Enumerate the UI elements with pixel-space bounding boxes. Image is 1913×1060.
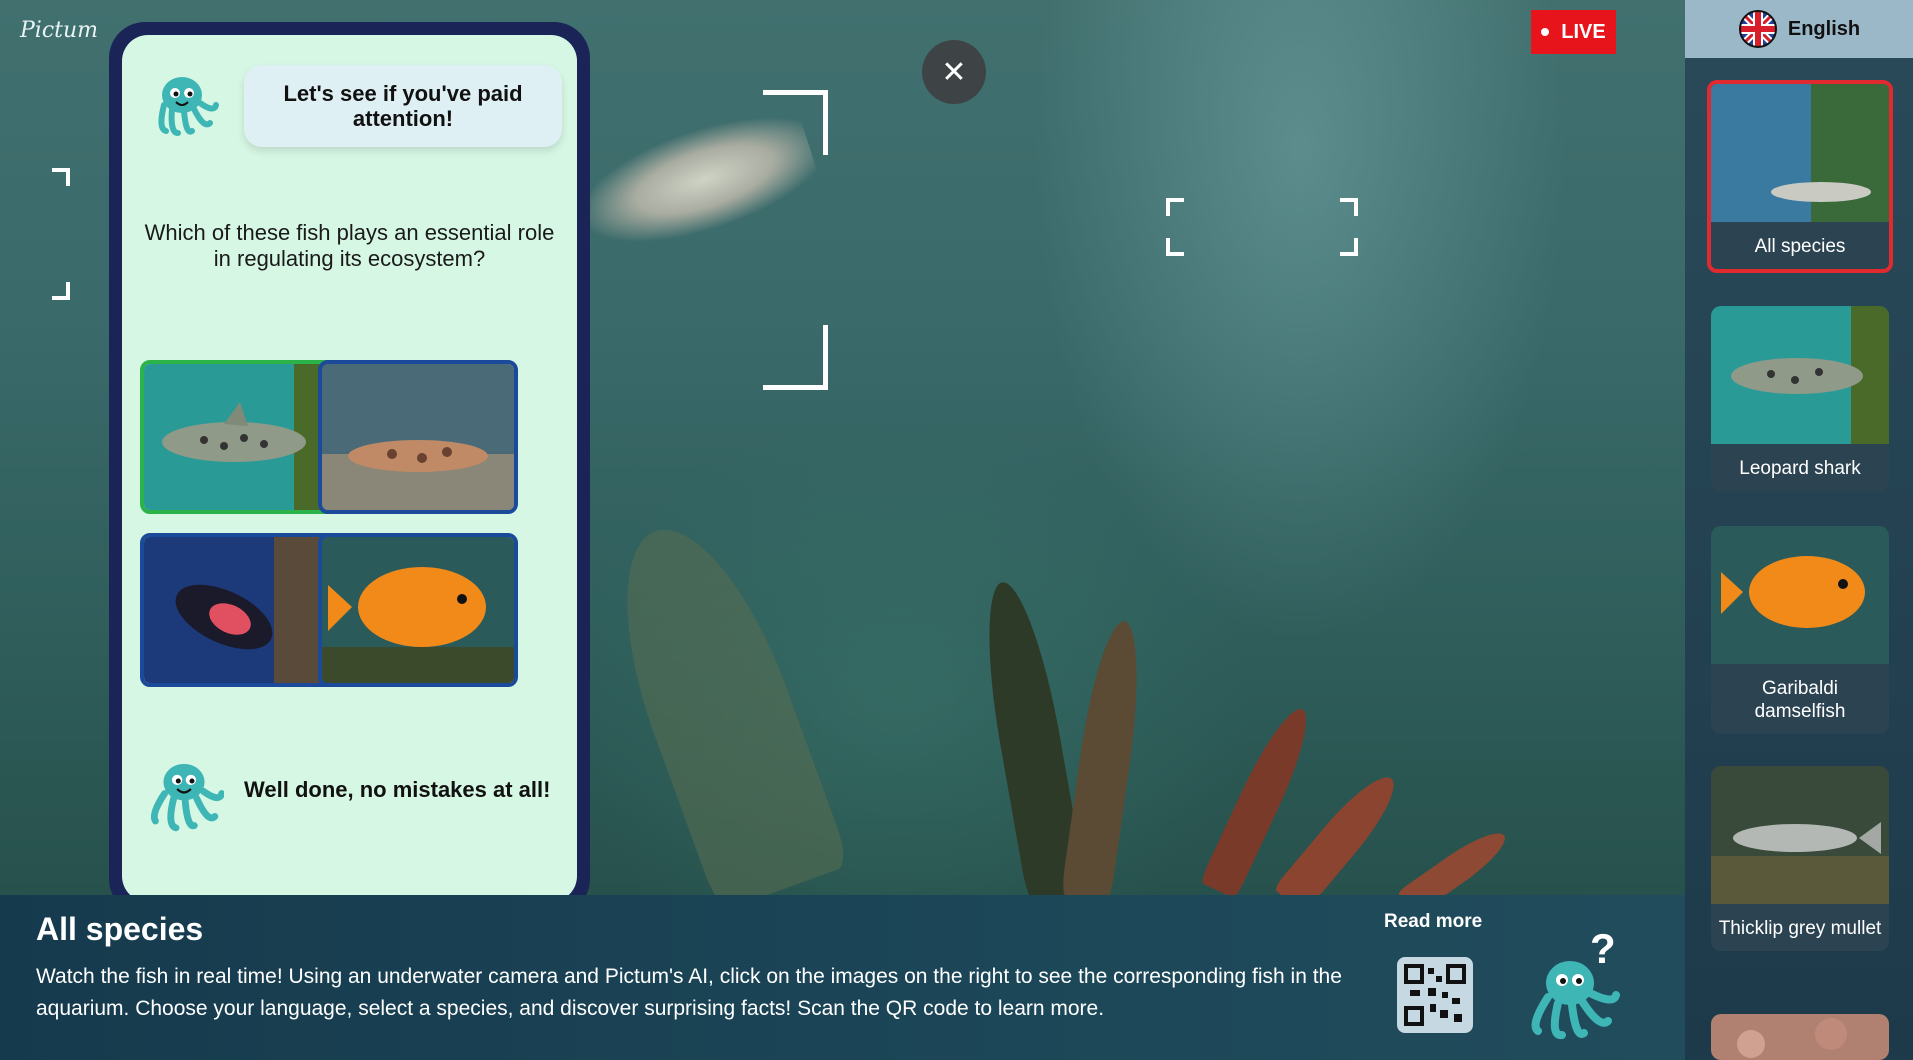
species-description: Watch the fish in real time! Using an un…: [36, 965, 1342, 1020]
seaweed: [589, 507, 851, 895]
seaweed: [1060, 617, 1150, 895]
sidebar-item-partial[interactable]: [1711, 1014, 1889, 1060]
read-more-link[interactable]: Read more: [1384, 911, 1482, 933]
detection-bracket: [52, 168, 70, 186]
detection-bracket: [1166, 198, 1184, 216]
quiz-option-horn-shark[interactable]: [318, 360, 518, 514]
qr-code-icon: [1397, 957, 1473, 1033]
quiz-panel: Let's see if you've paid attention! Whic…: [109, 22, 590, 915]
brand-logo: Pictum: [20, 18, 99, 43]
live-badge: LIVE: [1531, 10, 1616, 54]
close-button[interactable]: ✕: [922, 40, 986, 104]
octopus-mascot-icon: [150, 763, 224, 832]
detection-bracket: [1340, 198, 1358, 216]
close-icon: ✕: [941, 54, 967, 90]
sidebar-item-all-species[interactable]: All species: [1707, 80, 1893, 273]
live-label: LIVE: [1561, 20, 1606, 43]
sidebar-item-garibaldi[interactable]: Garibaldi damselfish: [1711, 526, 1889, 734]
quiz-content: Let's see if you've paid attention! Whic…: [122, 35, 577, 902]
quiz-feedback: Well done, no mistakes at all!: [244, 777, 551, 802]
svg-text:?: ?: [1590, 925, 1616, 972]
uk-flag-icon: [1738, 10, 1777, 48]
detection-bracket: [52, 282, 70, 300]
detection-bracket: [1166, 238, 1184, 256]
language-label: English: [1787, 17, 1861, 40]
seaweed: [1273, 765, 1407, 895]
sidebar-item-label: All species: [1754, 236, 1846, 257]
species-info-panel: All species Watch the fish in real time!…: [0, 895, 1685, 1060]
sidebar-item-label: Leopard shark: [1739, 458, 1861, 479]
octopus-mascot-icon: [158, 77, 219, 136]
sidebar-item-label: Garibaldi damselfish: [1754, 678, 1846, 722]
language-selector[interactable]: English: [1685, 0, 1913, 58]
garibaldi-image: [322, 537, 514, 683]
sidebar-item-leopard-shark[interactable]: Leopard shark: [1711, 306, 1889, 491]
leopard-shark-image: [1711, 306, 1889, 444]
horn-shark-image: [322, 364, 514, 510]
quiz-question: Which of these fish plays an essential r…: [144, 220, 555, 271]
all-species-image: [1711, 84, 1889, 222]
next-species-image: [1711, 1014, 1889, 1060]
quiz-option-leopard-shark[interactable]: [140, 360, 340, 514]
sidebar-item-thicklip-grey-mullet[interactable]: Thicklip grey mullet: [1711, 766, 1889, 951]
speech-bubble: Let's see if you've paid attention!: [244, 65, 562, 147]
live-dot-icon: [1541, 28, 1550, 36]
thicklip-grey-mullet-image: [1711, 766, 1889, 904]
detection-bracket: [763, 90, 828, 155]
sidebar-item-label: Thicklip grey mullet: [1718, 918, 1882, 939]
garibaldi-image: [1711, 526, 1889, 664]
sheephead-image: [144, 537, 336, 683]
seaweed: [1397, 823, 1513, 895]
species-title: All species: [36, 911, 204, 947]
octopus-question-icon: ?: [1531, 925, 1620, 1040]
leopard-shark-image: [144, 364, 336, 510]
quiz-option-sheephead[interactable]: [140, 533, 340, 687]
detection-bracket: [1340, 238, 1358, 256]
species-sidebar: English All species Leopard shark Gariba…: [1685, 0, 1913, 1060]
detection-bracket: [763, 325, 828, 390]
quiz-option-garibaldi[interactable]: [318, 533, 518, 687]
